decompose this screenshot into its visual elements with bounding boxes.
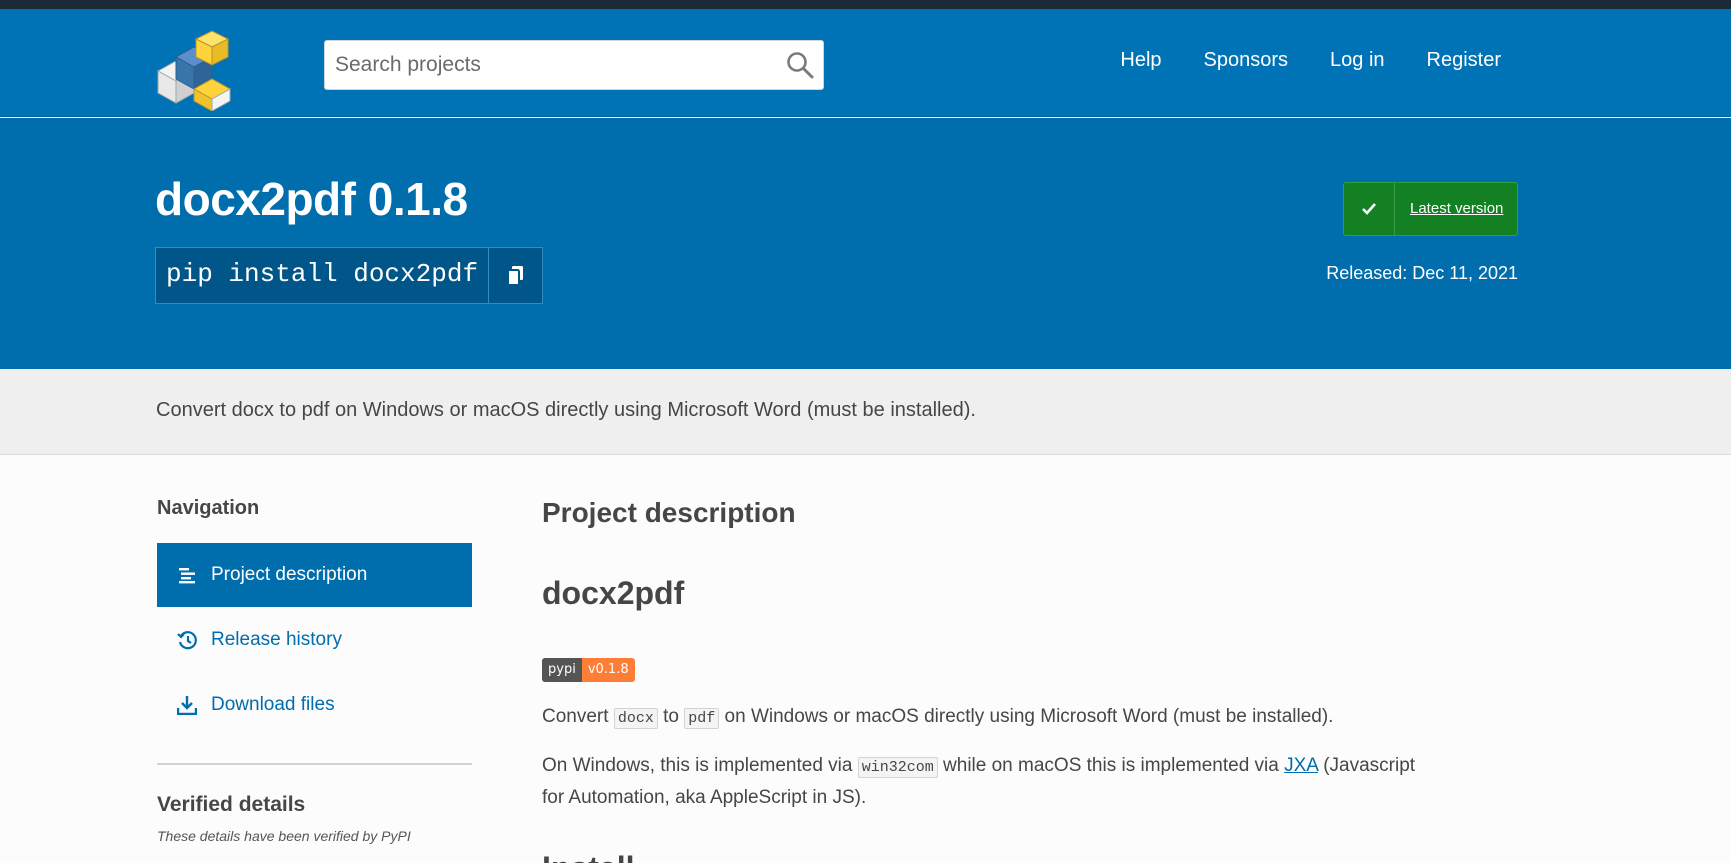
package-title: docx2pdf 0.1.8 (155, 173, 468, 225)
package-summary: Convert docx to pdf on Windows or macOS … (156, 399, 976, 421)
search-box (324, 40, 824, 90)
inline-code: pdf (684, 708, 720, 729)
text: to (657, 706, 685, 727)
nav-sponsors-link[interactable]: Sponsors (1204, 49, 1289, 72)
nav-register-link[interactable]: Register (1427, 49, 1501, 72)
download-icon (177, 695, 197, 715)
latest-version-label: Latest version (1410, 200, 1504, 217)
readme-title: docx2pdf (542, 575, 685, 611)
latest-version-button[interactable]: Latest version (1343, 182, 1518, 236)
sidebar-item-label: Download files (211, 694, 335, 715)
sidebar-item-download-files[interactable]: Download files (157, 673, 472, 737)
nav-help-link[interactable]: Help (1120, 49, 1161, 72)
main-nav: Help Sponsors Log in Register (1078, 49, 1501, 72)
check-icon (1344, 183, 1395, 235)
search-icon[interactable] (785, 50, 815, 80)
pypi-version-badge[interactable]: pypi v0.1.8 (542, 658, 635, 682)
sidebar-item-label: Project description (211, 564, 368, 585)
verified-details-title: Verified details (157, 793, 306, 816)
badge-label: pypi (542, 658, 582, 682)
jxa-link[interactable]: JXA (1284, 755, 1318, 776)
package-banner: docx2pdf 0.1.8 pip install docx2pdf Late… (0, 118, 1731, 369)
inline-code: docx (613, 708, 658, 729)
text: on Windows or macOS directly using Micro… (719, 706, 1334, 727)
sidebar-title: Navigation (157, 497, 260, 519)
top-strip (0, 0, 1731, 9)
section-title: Project description (542, 497, 796, 528)
history-icon (177, 630, 197, 650)
search-input[interactable] (325, 41, 765, 89)
pip-command[interactable]: pip install docx2pdf (156, 248, 488, 303)
pypi-logo-icon[interactable] (154, 27, 238, 111)
text: Convert (542, 706, 614, 727)
align-left-icon (177, 565, 197, 585)
text: On Windows, this is implemented via (542, 755, 858, 776)
sidebar-item-project-description[interactable]: Project description (157, 543, 472, 607)
badge-value: v0.1.8 (581, 658, 635, 682)
readme-paragraph-1: Convert docx to pdf on Windows or macOS … (542, 702, 1442, 734)
copy-icon (506, 265, 523, 286)
site-header: Help Sponsors Log in Register (0, 9, 1731, 117)
release-date: Released: Dec 11, 2021 (1326, 263, 1518, 283)
install-heading: Install (542, 850, 634, 863)
copy-button[interactable] (488, 248, 542, 303)
sidebar-item-label: Release history (211, 629, 342, 650)
text: while on macOS this is implemented via (937, 755, 1285, 776)
verified-details-subtitle: These details have been verified by PyPI (157, 828, 411, 844)
sidebar-divider (157, 763, 472, 765)
inline-code: win32com (857, 757, 938, 778)
sidebar-item-release-history[interactable]: Release history (157, 608, 472, 672)
nav-login-link[interactable]: Log in (1330, 49, 1385, 72)
package-summary-bar: Convert docx to pdf on Windows or macOS … (0, 369, 1731, 455)
readme-paragraph-2: On Windows, this is implemented via win3… (542, 751, 1442, 813)
pip-install-box: pip install docx2pdf (155, 247, 544, 304)
